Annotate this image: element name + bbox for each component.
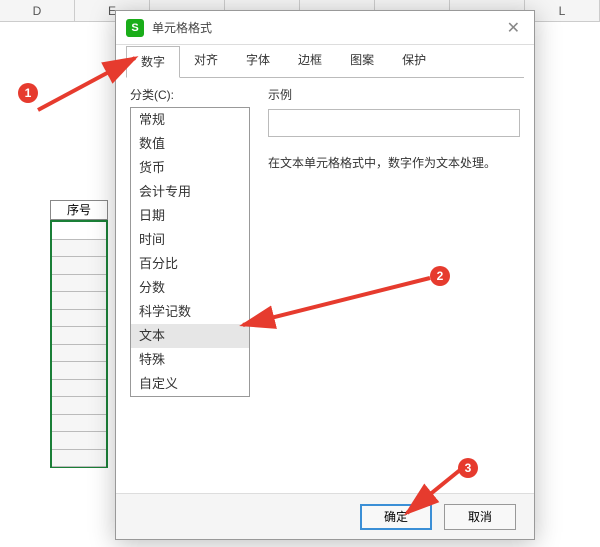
cancel-button[interactable]: 取消	[444, 504, 516, 530]
tab-pattern[interactable]: 图案	[336, 45, 388, 77]
dialog-titlebar[interactable]: S 单元格格式 ✕	[116, 11, 534, 45]
dialog-tabs: 数字 对齐 字体 边框 图案 保护	[116, 45, 534, 77]
col-header[interactable]: L	[525, 0, 600, 21]
tab-font[interactable]: 字体	[232, 45, 284, 77]
dialog-body: 分类(C): 常规 数值 货币 会计专用 日期 时间 百分比 分数 科学记数 文…	[116, 78, 534, 493]
list-item[interactable]: 分数	[131, 276, 249, 300]
list-item[interactable]: 会计专用	[131, 180, 249, 204]
callout-badge-1: 1	[18, 83, 38, 103]
list-item[interactable]: 科学记数	[131, 300, 249, 324]
cell-header-seq[interactable]: 序号	[50, 200, 108, 220]
sample-preview	[268, 109, 520, 137]
list-item[interactable]: 自定义	[131, 372, 249, 396]
category-listbox[interactable]: 常规 数值 货币 会计专用 日期 时间 百分比 分数 科学记数 文本 特殊 自定…	[130, 107, 250, 397]
app-icon: S	[126, 19, 144, 37]
sample-label: 示例	[268, 86, 520, 103]
list-item[interactable]: 常规	[131, 108, 249, 132]
list-item[interactable]: 数值	[131, 132, 249, 156]
dialog-footer: 确定 取消	[116, 493, 534, 539]
callout-badge-2: 2	[430, 266, 450, 286]
format-description: 在文本单元格格式中，数字作为文本处理。	[268, 153, 520, 173]
category-label: 分类(C):	[130, 86, 250, 103]
callout-badge-3: 3	[458, 458, 478, 478]
close-icon[interactable]: ✕	[503, 18, 524, 38]
tab-protection[interactable]: 保护	[388, 45, 440, 77]
tab-border[interactable]: 边框	[284, 45, 336, 77]
list-item[interactable]: 时间	[131, 228, 249, 252]
tab-number[interactable]: 数字	[126, 46, 180, 78]
dialog-title: 单元格格式	[152, 19, 503, 36]
list-item[interactable]: 日期	[131, 204, 249, 228]
list-item[interactable]: 货币	[131, 156, 249, 180]
col-header[interactable]: D	[0, 0, 75, 21]
tab-alignment[interactable]: 对齐	[180, 45, 232, 77]
list-item[interactable]: 百分比	[131, 252, 249, 276]
list-item-text[interactable]: 文本	[131, 324, 249, 348]
list-item[interactable]: 特殊	[131, 348, 249, 372]
selected-range[interactable]	[50, 220, 108, 468]
ok-button[interactable]: 确定	[360, 504, 432, 530]
